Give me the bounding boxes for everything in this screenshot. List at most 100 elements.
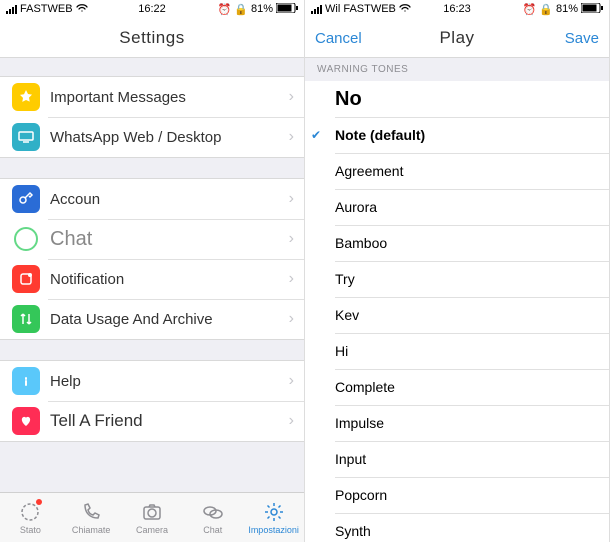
tab-bar: Stato Chiamate Camera Chat Impostazioni: [0, 492, 304, 542]
row-label: Data Usage And Archive: [50, 311, 289, 328]
chevron-right-icon: ›: [289, 412, 294, 430]
tab-label: Stato: [20, 525, 41, 535]
navbar: Cancel Play Save: [305, 18, 609, 58]
key-icon: [12, 185, 40, 213]
tone-label: Note (default): [335, 127, 425, 143]
navbar: Settings: [0, 18, 304, 58]
save-button[interactable]: Save: [555, 18, 609, 58]
tone-label: Agreement: [335, 163, 403, 179]
row-label: Accoun: [50, 191, 289, 208]
tone-label: Synth: [335, 523, 371, 539]
desktop-icon: [12, 123, 40, 151]
row-label: Notification: [50, 271, 289, 288]
row-notification[interactable]: Notification ›: [0, 259, 304, 299]
tone-label: Hi: [335, 343, 348, 359]
row-label: WhatsApp Web / Desktop: [50, 129, 289, 146]
row-label: Tell A Friend: [50, 411, 289, 431]
arrows-icon: [12, 305, 40, 333]
battery-icon: [581, 3, 603, 16]
tone-popcorn[interactable]: Popcorn: [305, 477, 609, 513]
tab-stato[interactable]: Stato: [0, 493, 61, 542]
check-icon: ✔: [311, 128, 321, 142]
tab-label: Chat: [203, 525, 222, 535]
tone-agreement[interactable]: Agreement: [305, 153, 609, 189]
info-icon: [12, 367, 40, 395]
chevron-right-icon: ›: [289, 270, 294, 288]
row-account[interactable]: Accoun ›: [0, 179, 304, 219]
settings-pane: FASTWEB 16:22 ⏰ 🔒 81% Settings Important…: [0, 0, 305, 542]
tone-label: Aurora: [335, 199, 377, 215]
page-title: Settings: [119, 28, 184, 48]
tone-label: Popcorn: [335, 487, 387, 503]
alarm-icon: ⏰: [523, 3, 537, 16]
alarm-icon: ⏰: [218, 3, 232, 16]
row-important-messages[interactable]: Important Messages ›: [0, 77, 304, 117]
tab-impostazioni[interactable]: Impostazioni: [243, 493, 304, 542]
row-tell-friend[interactable]: Tell A Friend ›: [0, 401, 304, 441]
clock: 16:23: [443, 3, 471, 15]
notification-icon: [12, 265, 40, 293]
lock-icon: 🔒: [234, 3, 248, 16]
row-data-usage[interactable]: Data Usage And Archive ›: [0, 299, 304, 339]
tone-hi[interactable]: Hi: [305, 333, 609, 369]
page-title: Play: [439, 28, 474, 48]
tone-try[interactable]: Try: [305, 261, 609, 297]
tone-aurora[interactable]: Aurora: [305, 189, 609, 225]
row-label: Important Messages: [50, 89, 289, 106]
battery-icon: [276, 3, 298, 16]
signal-icon: [6, 5, 17, 14]
badge-icon: [36, 499, 42, 505]
wifi-icon: [399, 3, 411, 16]
battery-percent: 81%: [556, 3, 578, 15]
chevron-right-icon: ›: [289, 230, 294, 248]
row-chat[interactable]: Chat ›: [0, 219, 304, 259]
tone-input[interactable]: Input: [305, 441, 609, 477]
tone-label: Try: [335, 271, 355, 287]
status-bar: FASTWEB 16:22 ⏰ 🔒 81%: [0, 0, 304, 18]
heart-icon: [12, 407, 40, 435]
tone-label: Input: [335, 451, 366, 467]
tone-synth[interactable]: Synth: [305, 513, 609, 542]
tone-kev[interactable]: Kev: [305, 297, 609, 333]
tone-label: Impulse: [335, 415, 384, 431]
star-icon: [12, 83, 40, 111]
battery-percent: 81%: [251, 3, 273, 15]
row-label: Chat: [50, 228, 289, 251]
tones-pane: Wil FASTWEB 16:23 ⏰ 🔒 81% Cancel Play Sa…: [305, 0, 610, 542]
tab-camera[interactable]: Camera: [122, 493, 183, 542]
cancel-button[interactable]: Cancel: [305, 18, 372, 58]
chevron-right-icon: ›: [289, 372, 294, 390]
chevron-right-icon: ›: [289, 88, 294, 106]
chevron-right-icon: ›: [289, 310, 294, 328]
row-help[interactable]: Help ›: [0, 361, 304, 401]
tones-list: No ✔ Note (default) Agreement Aurora Bam…: [305, 81, 609, 542]
wifi-icon: [76, 3, 88, 16]
tab-chat[interactable]: Chat: [182, 493, 243, 542]
carrier-label: Wil FASTWEB: [325, 3, 396, 15]
carrier-label: FASTWEB: [20, 3, 73, 15]
chat-ring-icon: [12, 225, 40, 253]
tab-label: Camera: [136, 525, 168, 535]
tone-note-default[interactable]: ✔ Note (default): [305, 117, 609, 153]
chevron-right-icon: ›: [289, 128, 294, 146]
tab-label: Impostazioni: [248, 525, 299, 535]
section-header: WARNING TONES: [305, 58, 609, 81]
tab-label: Chiamate: [72, 525, 111, 535]
tone-complete[interactable]: Complete: [305, 369, 609, 405]
settings-list: Important Messages › WhatsApp Web / Desk…: [0, 58, 304, 542]
status-bar: Wil FASTWEB 16:23 ⏰ 🔒 81%: [305, 0, 609, 18]
tab-chiamate[interactable]: Chiamate: [61, 493, 122, 542]
tone-label: Bamboo: [335, 235, 387, 251]
tone-no[interactable]: No: [305, 81, 609, 117]
row-whatsapp-web[interactable]: WhatsApp Web / Desktop ›: [0, 117, 304, 157]
tone-label: Kev: [335, 307, 359, 323]
tone-bamboo[interactable]: Bamboo: [305, 225, 609, 261]
clock: 16:22: [138, 3, 166, 15]
lock-icon: 🔒: [539, 3, 553, 16]
tone-label: Complete: [335, 379, 395, 395]
row-label: Help: [50, 373, 289, 390]
chevron-right-icon: ›: [289, 190, 294, 208]
tone-impulse[interactable]: Impulse: [305, 405, 609, 441]
tone-label: No: [335, 88, 362, 111]
signal-icon: [311, 5, 322, 14]
